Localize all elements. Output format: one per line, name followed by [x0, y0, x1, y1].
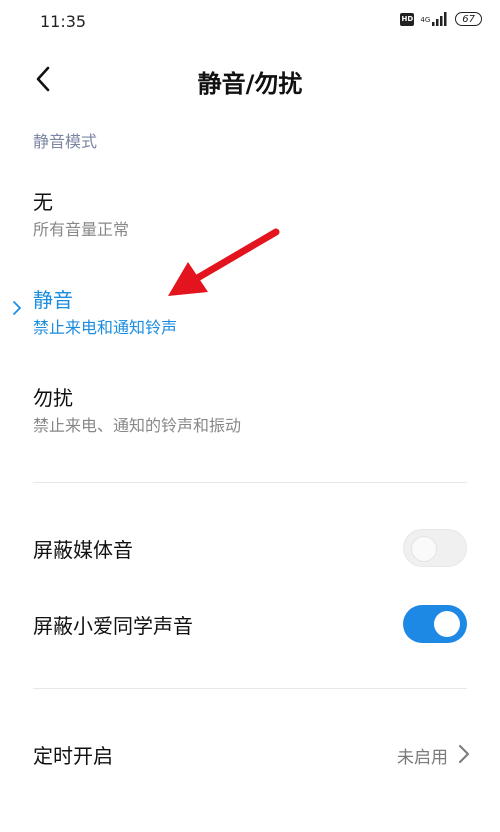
- chevron-right-icon: [459, 745, 469, 763]
- status-bar: 11:35 HD 4G 67: [0, 0, 500, 44]
- title-bar: 静音/勿扰: [0, 52, 500, 108]
- block-xiaoai-voice-toggle[interactable]: [403, 605, 467, 643]
- schedule-value: 未启用: [397, 748, 448, 768]
- mode-option-dnd[interactable]: 勿扰 禁止来电、通知的铃声和振动: [0, 382, 500, 446]
- schedule-row[interactable]: 定时开启 未启用: [0, 728, 500, 780]
- signal-bars-icon: [432, 12, 447, 26]
- toggle-row-block-xiaoai: 屏蔽小爱同学声音: [0, 602, 500, 646]
- network-type-label: 4G: [420, 16, 431, 24]
- mode-description: 禁止来电、通知的铃声和振动: [33, 416, 242, 435]
- battery-icon: 67: [455, 12, 482, 26]
- page-title: 静音/勿扰: [197, 70, 303, 98]
- toggle-knob: [434, 611, 460, 637]
- divider: [33, 688, 467, 689]
- selected-chevron-icon: [13, 301, 21, 315]
- toggle-row-block-media: 屏蔽媒体音: [0, 526, 500, 570]
- signal-icon: 4G: [420, 12, 449, 26]
- schedule-label: 定时开启: [33, 744, 113, 768]
- mode-title: 静音: [33, 288, 73, 312]
- mode-description: 所有音量正常: [33, 220, 130, 239]
- toggle-label: 屏蔽媒体音: [33, 538, 133, 562]
- status-time: 11:35: [40, 12, 87, 31]
- mode-title: 勿扰: [33, 386, 73, 410]
- status-icons: HD 4G 67: [400, 12, 482, 26]
- divider: [33, 482, 467, 483]
- annotation-arrow-icon: [168, 228, 280, 296]
- mode-description: 禁止来电和通知铃声: [33, 318, 178, 337]
- block-media-sound-toggle[interactable]: [403, 529, 467, 567]
- mode-title: 无: [33, 190, 53, 214]
- toggle-knob: [411, 536, 437, 562]
- toggle-label: 屏蔽小爱同学声音: [33, 614, 193, 638]
- hd-icon: HD: [400, 12, 415, 26]
- section-header: 静音模式: [33, 132, 98, 151]
